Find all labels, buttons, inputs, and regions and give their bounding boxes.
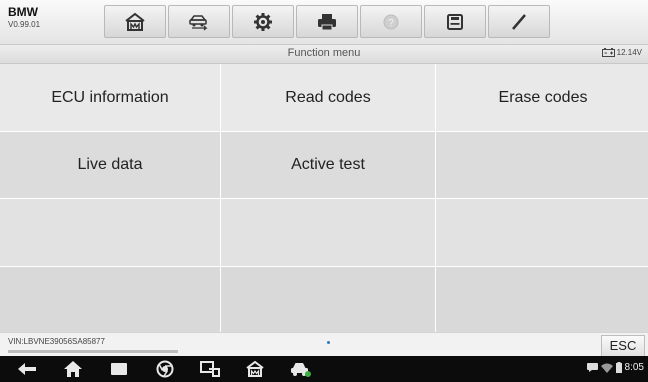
- menu-item-empty: [436, 132, 648, 198]
- annotate-button[interactable]: [488, 5, 550, 38]
- vehicle-make: BMW: [8, 5, 38, 19]
- wifi-icon: [600, 363, 613, 373]
- car-icon: [291, 363, 311, 377]
- diagnostics-home-button[interactable]: [242, 358, 268, 380]
- menu-item-active-test[interactable]: Active test: [221, 132, 435, 198]
- menu-item-empty: [0, 199, 220, 266]
- message-icon: [586, 363, 598, 372]
- battery-icon: [601, 48, 615, 57]
- vci-connect-button[interactable]: [196, 358, 224, 380]
- page-title: Function menu: [287, 47, 361, 59]
- vehicle-button[interactable]: [286, 358, 314, 380]
- status-footer: VIN:LBVNE39056SA85877 ESC: [0, 332, 648, 357]
- menu-item-erase-codes[interactable]: Erase codes: [436, 64, 648, 131]
- menu-item-ecu-information[interactable]: ECU information: [0, 64, 220, 131]
- browser-button[interactable]: [152, 358, 178, 380]
- save-button[interactable]: [424, 5, 486, 38]
- printer-icon: [318, 13, 336, 30]
- function-grid: ECU information Read codes Erase codes L…: [0, 64, 648, 334]
- home-icon: [125, 12, 145, 31]
- battery-status-icon: [615, 362, 622, 373]
- menu-item-empty: [436, 267, 648, 334]
- save-icon: [447, 13, 463, 30]
- menu-item-read-codes[interactable]: Read codes: [221, 64, 435, 131]
- function-menu-bar: Function menu 12.14V: [0, 45, 648, 64]
- toolbar-buttons: ?: [104, 5, 552, 38]
- recent-apps-button[interactable]: [106, 358, 132, 380]
- vehicle-brand: BMW V0.99.01: [8, 6, 40, 30]
- back-button[interactable]: [14, 358, 40, 380]
- vehicle-swap-button[interactable]: [168, 5, 230, 38]
- settings-gear-icon: [254, 12, 272, 31]
- menu-item-empty: [221, 199, 435, 266]
- voltage-value: 12.14V: [616, 48, 642, 57]
- menu-item-live-data[interactable]: Live data: [0, 132, 220, 198]
- system-navigation-bar: 8:05: [0, 356, 648, 382]
- help-button[interactable]: ?: [360, 5, 422, 38]
- chrome-icon: [156, 360, 174, 378]
- print-button[interactable]: [296, 5, 358, 38]
- menu-item-empty: [0, 267, 220, 334]
- menu-item-empty: [436, 199, 648, 266]
- vin-label: VIN:LBVNE39056SA85877: [8, 337, 105, 346]
- home-nav-button[interactable]: [60, 358, 86, 380]
- page-indicator-dot: [327, 341, 330, 344]
- diagnostics-home-icon: [246, 360, 264, 377]
- help-icon: ?: [383, 14, 399, 29]
- pen-icon: [512, 13, 526, 30]
- back-icon: [18, 363, 36, 375]
- clock: 8:05: [624, 362, 644, 373]
- top-toolbar: BMW V0.99.01 ?: [0, 0, 648, 45]
- menu-item-empty: [221, 267, 435, 334]
- battery-voltage: 12.14V: [601, 48, 642, 57]
- scan-connect-icon: [200, 361, 220, 377]
- recent-apps-icon: [111, 363, 127, 375]
- settings-button[interactable]: [232, 5, 294, 38]
- vehicle-swap-icon: [189, 14, 208, 30]
- vehicle-path-text: [8, 347, 188, 356]
- software-version: V0.99.01: [8, 20, 41, 29]
- esc-button[interactable]: ESC: [601, 335, 645, 357]
- home-button[interactable]: [104, 5, 166, 38]
- system-status-area: 8:05: [586, 362, 644, 373]
- svg-text:?: ?: [388, 18, 394, 29]
- home-icon: [64, 361, 82, 377]
